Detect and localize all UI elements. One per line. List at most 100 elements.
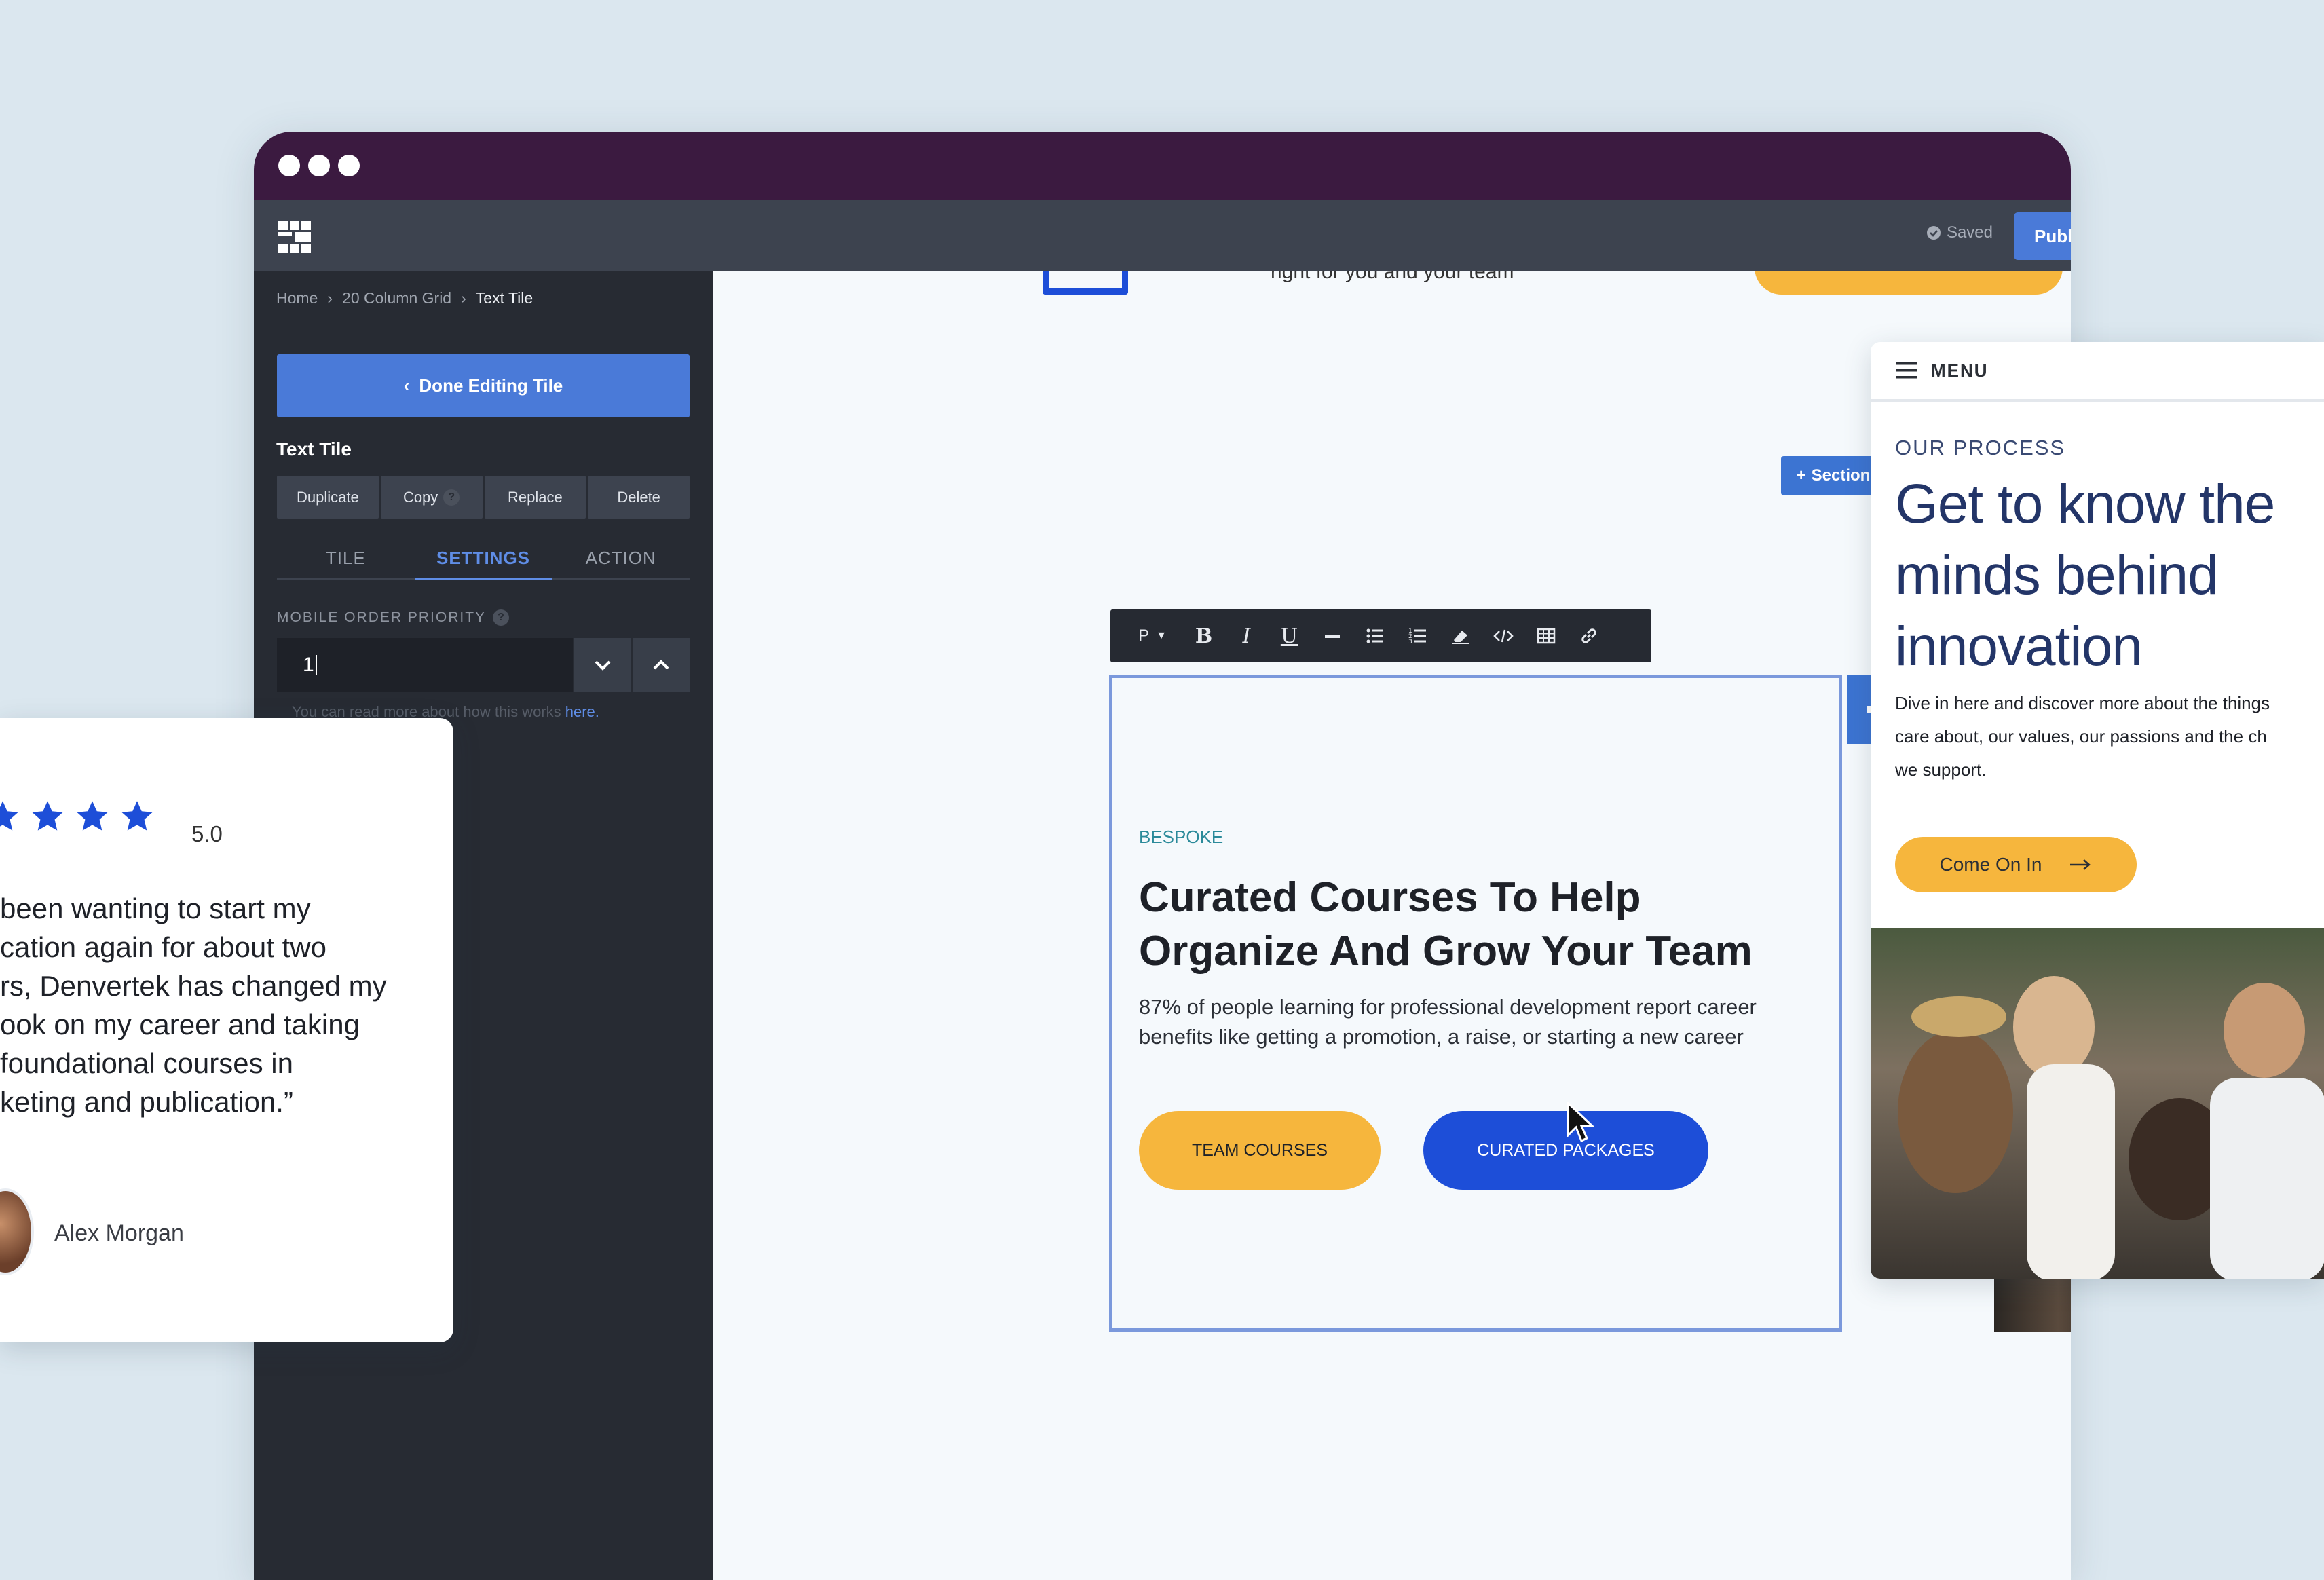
bold-icon[interactable]: B [1182, 609, 1225, 662]
check-circle-icon [1926, 226, 1941, 240]
eraser-icon[interactable] [1439, 609, 1482, 662]
publish-label: Publish [2034, 225, 2071, 246]
tile-actions: Duplicate Copy? Replace Delete [277, 476, 690, 519]
text-format-toolbar: P ▼ B I U 123 [1110, 609, 1651, 662]
numbered-list-icon[interactable]: 123 [1396, 609, 1439, 662]
team-courses-label: TEAM COURSES [1191, 1140, 1328, 1160]
mobile-order-input[interactable]: 1 [277, 638, 573, 692]
team-meeting-photo [1871, 928, 2324, 1279]
svg-text:3: 3 [1408, 639, 1412, 645]
mouse-cursor-icon [1567, 1102, 1594, 1143]
replace-button[interactable]: Replace [484, 476, 586, 519]
breadcrumb: Home › 20 Column Grid › Text Tile [276, 289, 533, 307]
avatar [0, 1188, 34, 1275]
done-editing-label: Done Editing Tile [419, 375, 563, 396]
link-icon[interactable] [1567, 609, 1610, 662]
duplicate-button[interactable]: Duplicate [277, 476, 379, 519]
mobile-heading-line: minds behind [1895, 544, 2219, 606]
come-on-in-label: Come On In [1939, 854, 2042, 875]
mobile-nav: MENU [1871, 342, 2324, 402]
photo-person [1898, 1030, 2013, 1193]
page-canvas: right for you and your team + Section P ▼ … [713, 271, 2071, 1580]
feature-icon [1043, 271, 1128, 295]
paragraph-format-select[interactable]: P ▼ [1123, 609, 1182, 662]
photo-person [2027, 1064, 2115, 1279]
curated-packages-button[interactable]: CURATED PACKAGES [1423, 1111, 1708, 1190]
window-dot[interactable] [308, 155, 330, 176]
previous-section-text: right for you and your team [1271, 271, 1514, 283]
add-section-button[interactable]: + Section [1781, 456, 1886, 495]
window-dot[interactable] [338, 155, 360, 176]
selected-text-tile[interactable]: BESPOKE Curated Courses To Help Organize… [1109, 675, 1842, 1332]
mobile-body-line: care about, our values, our passions and… [1895, 726, 2267, 747]
window-titlebar [254, 132, 2071, 200]
increment-button[interactable] [633, 638, 690, 692]
reviewer-name: Alex Morgan [54, 1220, 184, 1246]
chevron-right-icon: › [327, 289, 333, 307]
italic-icon[interactable]: I [1225, 609, 1268, 662]
delete-label: Delete [617, 488, 660, 506]
app-window: Saved Publish Home › 20 Column Grid › Te… [254, 132, 2071, 1580]
underline-icon[interactable]: U [1268, 609, 1311, 662]
chevron-right-icon: › [461, 289, 466, 307]
star-icon [77, 801, 108, 831]
breadcrumb-current: Text Tile [475, 289, 533, 307]
star-icon [32, 801, 63, 831]
breadcrumb-grid[interactable]: 20 Column Grid [342, 289, 451, 307]
quote-line: cation again for about two [0, 931, 326, 963]
tile-body[interactable]: 87% of people learning for professional … [1139, 992, 1804, 1052]
quote-line: keting and publication.” [0, 1086, 293, 1118]
tile-heading[interactable]: Curated Courses To Help Organize And Gro… [1139, 871, 1824, 978]
chevron-left-icon: ‹ [403, 375, 410, 396]
plus-icon: + [1796, 466, 1806, 485]
bullet-list-icon[interactable] [1353, 609, 1396, 662]
menu-label[interactable]: MENU [1931, 360, 1989, 381]
mobile-order-stepper: 1 [277, 638, 690, 692]
tab-action[interactable]: ACTION [552, 533, 690, 578]
photo-person [2210, 1078, 2324, 1279]
app-logo-icon[interactable] [278, 221, 311, 253]
breadcrumb-home[interactable]: Home [276, 289, 318, 307]
saved-status: Saved [1926, 223, 1993, 242]
mobile-eyebrow: OUR PROCESS [1895, 436, 2066, 459]
tile-type-heading: Text Tile [276, 438, 352, 459]
paragraph-format-value: P [1138, 626, 1150, 645]
hamburger-menu-icon[interactable] [1896, 361, 1919, 380]
help-icon[interactable]: ? [443, 489, 460, 506]
decrement-button[interactable] [574, 638, 631, 692]
quote-line: ook on my career and taking [0, 1009, 360, 1040]
curated-packages-label: CURATED PACKAGES [1477, 1140, 1655, 1160]
mobile-body-line: Dive in here and discover more about the… [1895, 693, 2270, 713]
mobile-body-line: we support. [1895, 759, 1987, 780]
photo-person [2224, 983, 2305, 1078]
publish-button[interactable]: Publish [2014, 212, 2071, 260]
quote-line: foundational courses in [0, 1047, 293, 1079]
code-icon[interactable] [1482, 609, 1524, 662]
previous-section-button[interactable] [1755, 271, 2063, 295]
come-on-in-button[interactable]: Come On In [1895, 837, 2137, 892]
tab-settings[interactable]: SETTINGS [414, 533, 552, 580]
caret-down-icon: ▼ [1156, 630, 1167, 641]
copy-label: Copy [402, 488, 438, 506]
done-editing-button[interactable]: ‹ Done Editing Tile [277, 354, 690, 417]
quote-line: rs, Denvertek has changed my [0, 970, 387, 1002]
help-icon[interactable]: ? [493, 609, 510, 626]
testimonial-quote: been wanting to start my cation again fo… [0, 889, 434, 1121]
horizontal-rule-icon[interactable] [1311, 609, 1353, 662]
mobile-order-label: MOBILE ORDER PRIORITY ? [277, 609, 510, 626]
star-icon [0, 801, 18, 831]
editor-topbar: Saved Publish [254, 200, 2071, 271]
star-icon [121, 801, 153, 831]
rating-value: 5.0 [191, 821, 223, 846]
hint-link[interactable]: here. [565, 703, 599, 720]
photo-person [2013, 976, 2095, 1078]
team-courses-button[interactable]: TEAM COURSES [1139, 1111, 1381, 1190]
tab-tile[interactable]: TILE [277, 533, 415, 578]
tile-tabs: TILE SETTINGS ACTION [277, 533, 690, 580]
table-icon[interactable] [1524, 609, 1567, 662]
mobile-order-label-text: MOBILE ORDER PRIORITY [277, 609, 487, 625]
window-dot[interactable] [278, 155, 300, 176]
copy-button[interactable]: Copy? [380, 476, 483, 519]
delete-button[interactable]: Delete [588, 476, 690, 519]
photo-hat [1911, 996, 2006, 1037]
